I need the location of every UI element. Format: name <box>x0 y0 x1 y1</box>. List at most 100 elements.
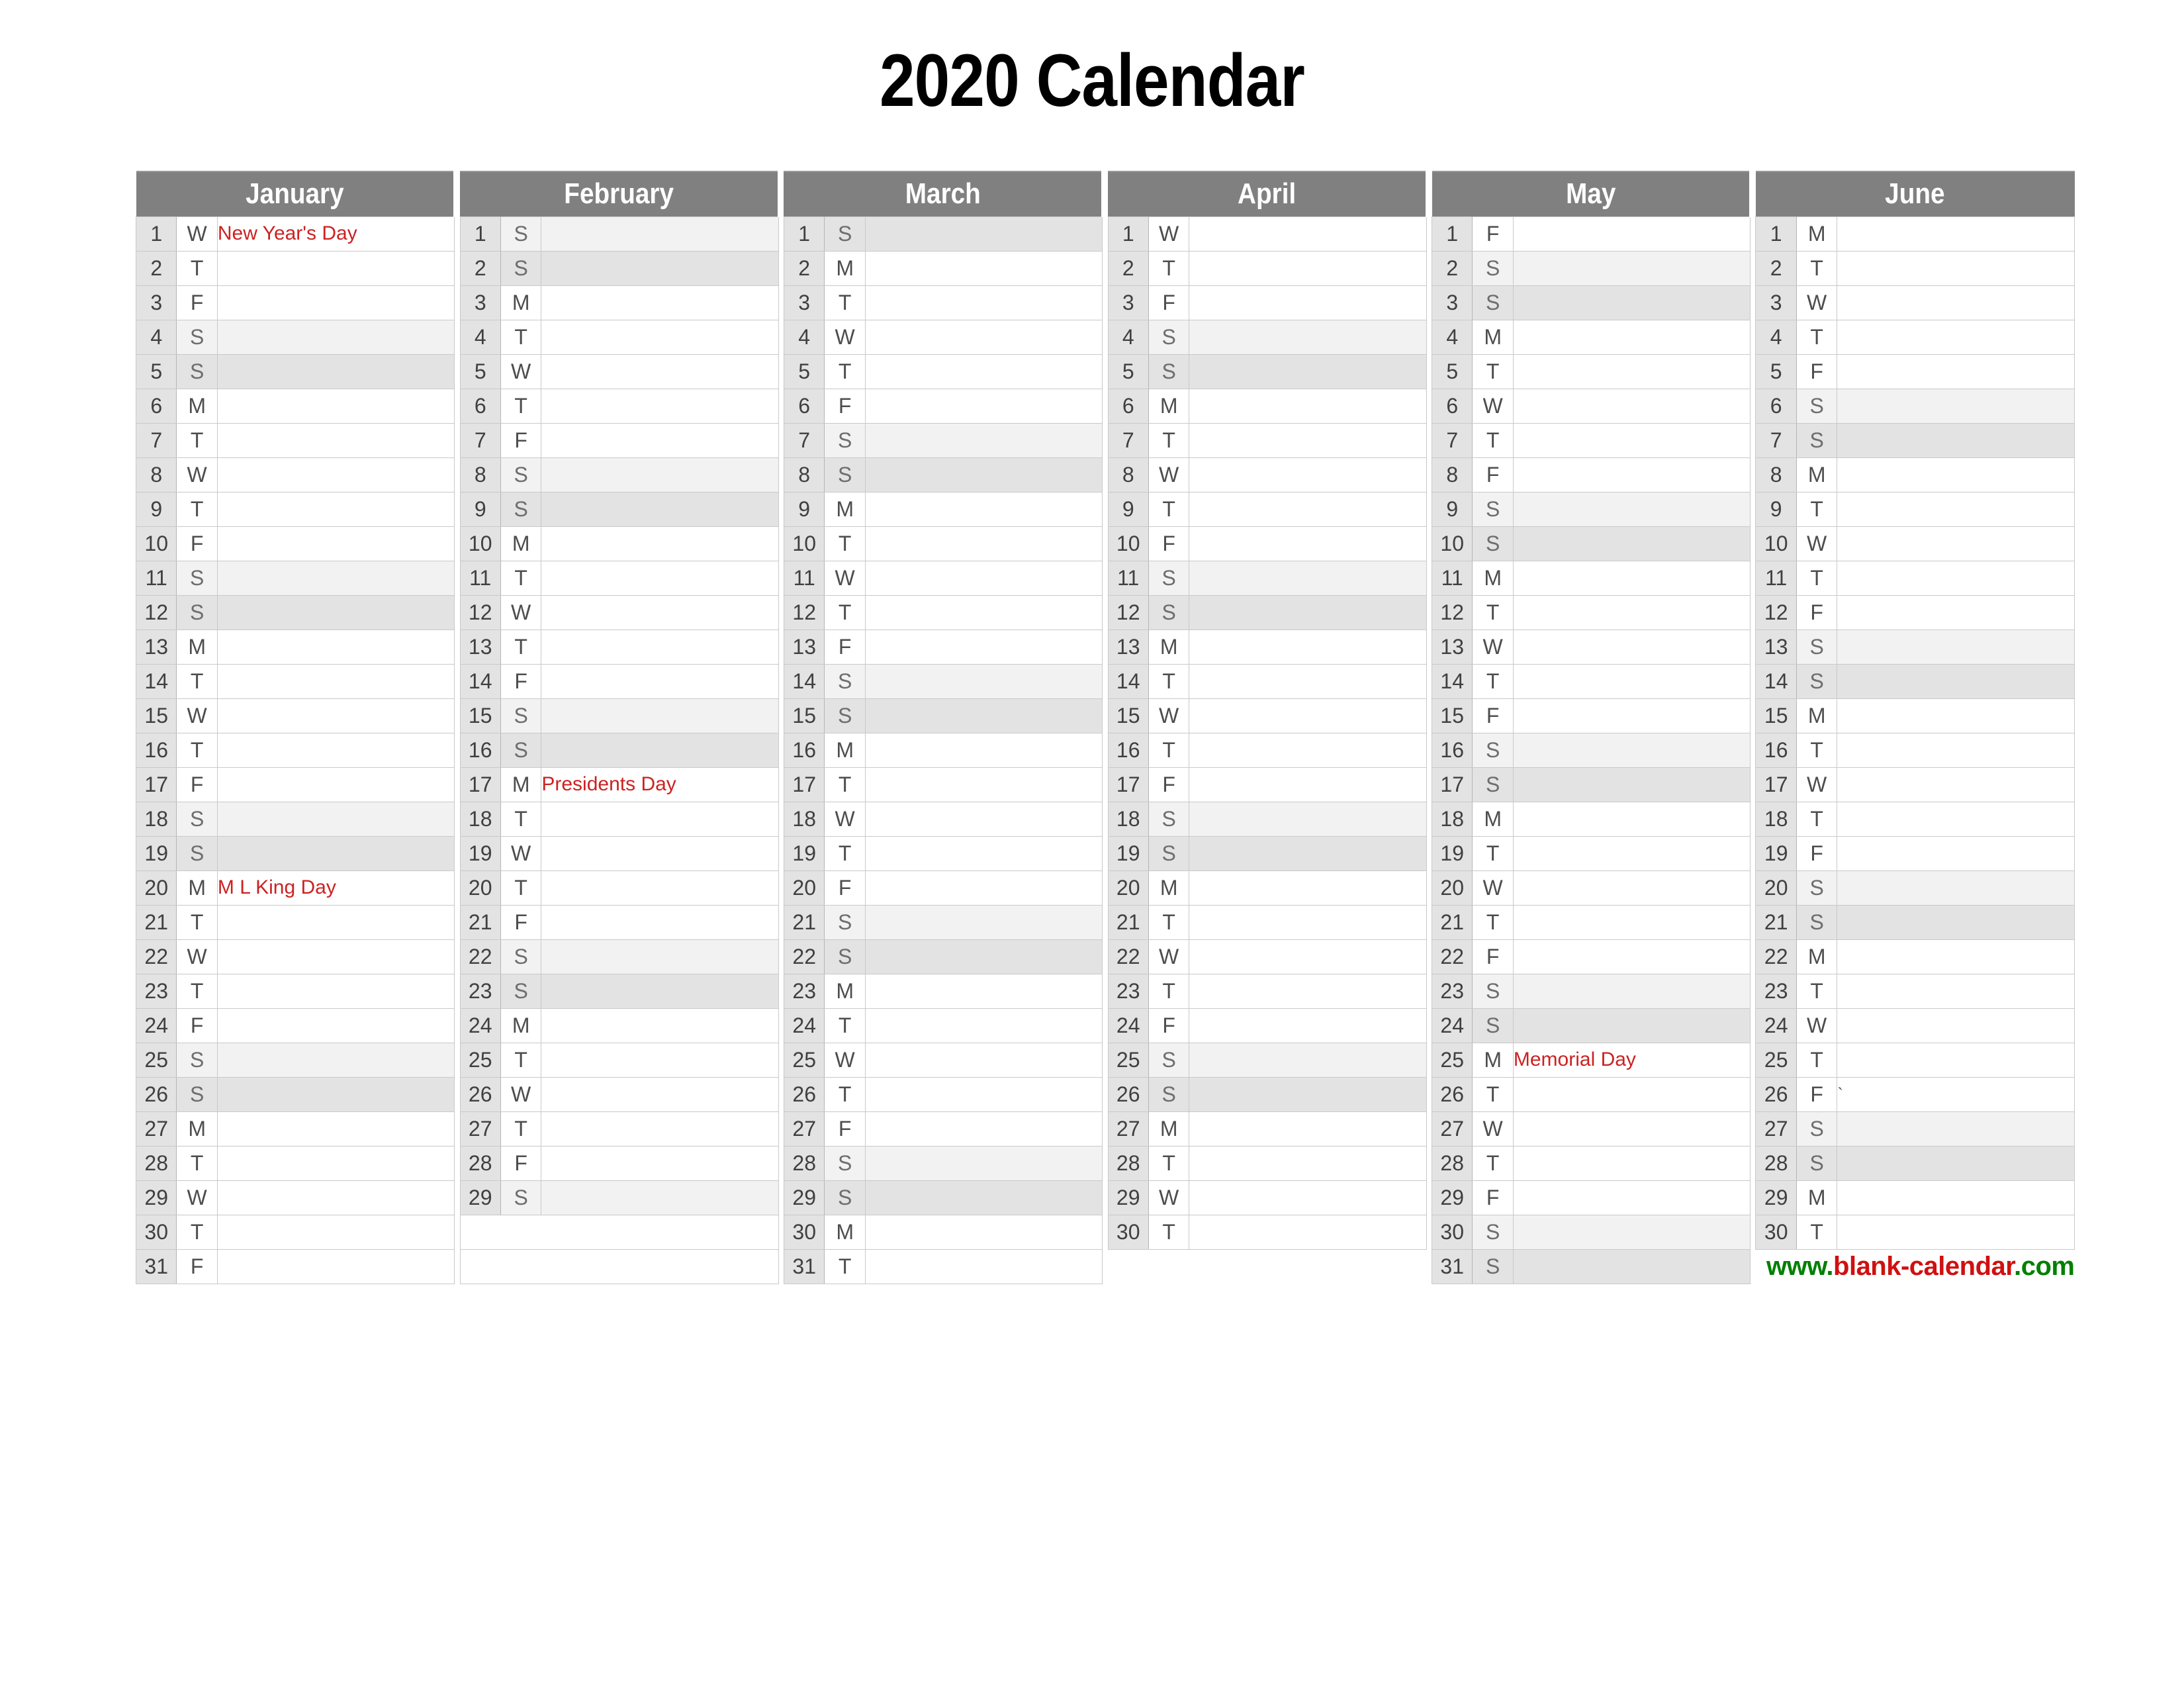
note-cell[interactable] <box>864 870 1103 906</box>
note-cell[interactable] <box>541 629 779 665</box>
note-cell[interactable] <box>541 1008 779 1043</box>
note-cell[interactable] <box>541 250 779 286</box>
note-cell[interactable] <box>1512 560 1751 596</box>
note-cell[interactable] <box>541 388 779 424</box>
note-cell[interactable] <box>864 250 1103 286</box>
note-cell[interactable] <box>216 1145 455 1181</box>
note-cell[interactable] <box>541 491 779 527</box>
note-cell[interactable] <box>216 1076 455 1112</box>
note-cell[interactable] <box>541 319 779 355</box>
note-cell[interactable] <box>216 629 455 665</box>
note-cell[interactable] <box>1512 973 1751 1009</box>
note-cell[interactable] <box>1837 732 2075 768</box>
note-cell[interactable] <box>541 560 779 596</box>
note-cell[interactable] <box>216 904 455 940</box>
note-cell[interactable] <box>1837 835 2075 871</box>
note-cell[interactable] <box>541 939 779 974</box>
note-cell[interactable] <box>541 732 779 768</box>
note-cell[interactable] <box>864 835 1103 871</box>
note-cell[interactable] <box>1512 663 1751 699</box>
note-cell[interactable] <box>1512 1248 1751 1284</box>
note-cell[interactable] <box>541 1076 779 1112</box>
note-cell[interactable] <box>1512 1214 1751 1250</box>
note-cell[interactable] <box>1512 422 1751 458</box>
note-cell[interactable] <box>1189 629 1427 665</box>
note-cell[interactable] <box>864 594 1103 630</box>
note-cell[interactable] <box>1837 216 2075 252</box>
note-cell[interactable] <box>216 1248 455 1284</box>
note-cell[interactable] <box>1837 526 2075 561</box>
note-cell[interactable] <box>1189 1111 1427 1147</box>
note-cell[interactable] <box>1512 835 1751 871</box>
note-cell[interactable] <box>1837 1042 2075 1078</box>
note-cell[interactable] <box>1512 1145 1751 1181</box>
note-cell[interactable] <box>1837 560 2075 596</box>
note-cell[interactable] <box>216 801 455 837</box>
note-cell[interactable] <box>216 526 455 561</box>
note-cell[interactable] <box>541 904 779 940</box>
note-cell[interactable] <box>864 663 1103 699</box>
note-cell[interactable] <box>541 422 779 458</box>
note-cell[interactable] <box>216 250 455 286</box>
note-cell[interactable] <box>864 1008 1103 1043</box>
note-cell[interactable] <box>216 835 455 871</box>
note-cell[interactable] <box>216 973 455 1009</box>
note-cell[interactable] <box>541 870 779 906</box>
note-cell[interactable] <box>864 216 1103 252</box>
note-cell[interactable] <box>1837 250 2075 286</box>
note-cell[interactable] <box>1837 1008 2075 1043</box>
note-cell[interactable] <box>864 939 1103 974</box>
note-cell[interactable] <box>541 216 779 252</box>
note-cell[interactable] <box>1189 1076 1427 1112</box>
holiday-note-cell[interactable]: ` <box>1837 1076 2075 1112</box>
note-cell[interactable] <box>1837 973 2075 1009</box>
note-cell[interactable] <box>1512 629 1751 665</box>
footer-url[interactable]: www.blank-calendar.com <box>1755 1249 2075 1284</box>
note-cell[interactable] <box>541 835 779 871</box>
note-cell[interactable] <box>1837 629 2075 665</box>
note-cell[interactable] <box>864 526 1103 561</box>
note-cell[interactable] <box>216 767 455 802</box>
note-cell[interactable] <box>1512 491 1751 527</box>
note-cell[interactable] <box>1837 285 2075 320</box>
note-cell[interactable] <box>216 388 455 424</box>
note-cell[interactable] <box>1512 388 1751 424</box>
note-cell[interactable] <box>1837 319 2075 355</box>
note-cell[interactable] <box>864 422 1103 458</box>
note-cell[interactable] <box>216 732 455 768</box>
note-cell[interactable] <box>216 663 455 699</box>
note-cell[interactable] <box>1189 1008 1427 1043</box>
note-cell[interactable] <box>1189 870 1427 906</box>
note-cell[interactable] <box>1837 698 2075 733</box>
note-cell[interactable] <box>1837 457 2075 492</box>
note-cell[interactable] <box>1837 767 2075 802</box>
note-cell[interactable] <box>1189 1042 1427 1078</box>
note-cell[interactable] <box>541 285 779 320</box>
note-cell[interactable] <box>541 1180 779 1215</box>
note-cell[interactable] <box>216 1111 455 1147</box>
note-cell[interactable] <box>1189 1214 1427 1250</box>
note-cell[interactable] <box>1189 250 1427 286</box>
note-cell[interactable] <box>1512 1111 1751 1147</box>
note-cell[interactable] <box>1189 1145 1427 1181</box>
note-cell[interactable] <box>1189 698 1427 733</box>
note-cell[interactable] <box>1189 973 1427 1009</box>
note-cell[interactable] <box>1189 526 1427 561</box>
note-cell[interactable] <box>1512 353 1751 389</box>
note-cell[interactable] <box>541 526 779 561</box>
note-cell[interactable] <box>1837 1180 2075 1215</box>
note-cell[interactable] <box>1189 353 1427 389</box>
note-cell[interactable] <box>1837 1145 2075 1181</box>
note-cell[interactable] <box>1189 594 1427 630</box>
holiday-note-cell[interactable]: Presidents Day <box>541 767 779 802</box>
note-cell[interactable] <box>541 594 779 630</box>
note-cell[interactable] <box>864 491 1103 527</box>
note-cell[interactable] <box>1189 1180 1427 1215</box>
note-cell[interactable] <box>864 698 1103 733</box>
note-cell[interactable] <box>864 1111 1103 1147</box>
note-cell[interactable] <box>864 353 1103 389</box>
note-cell[interactable] <box>1512 250 1751 286</box>
note-cell[interactable] <box>864 1145 1103 1181</box>
note-cell[interactable] <box>1189 939 1427 974</box>
note-cell[interactable] <box>864 1180 1103 1215</box>
